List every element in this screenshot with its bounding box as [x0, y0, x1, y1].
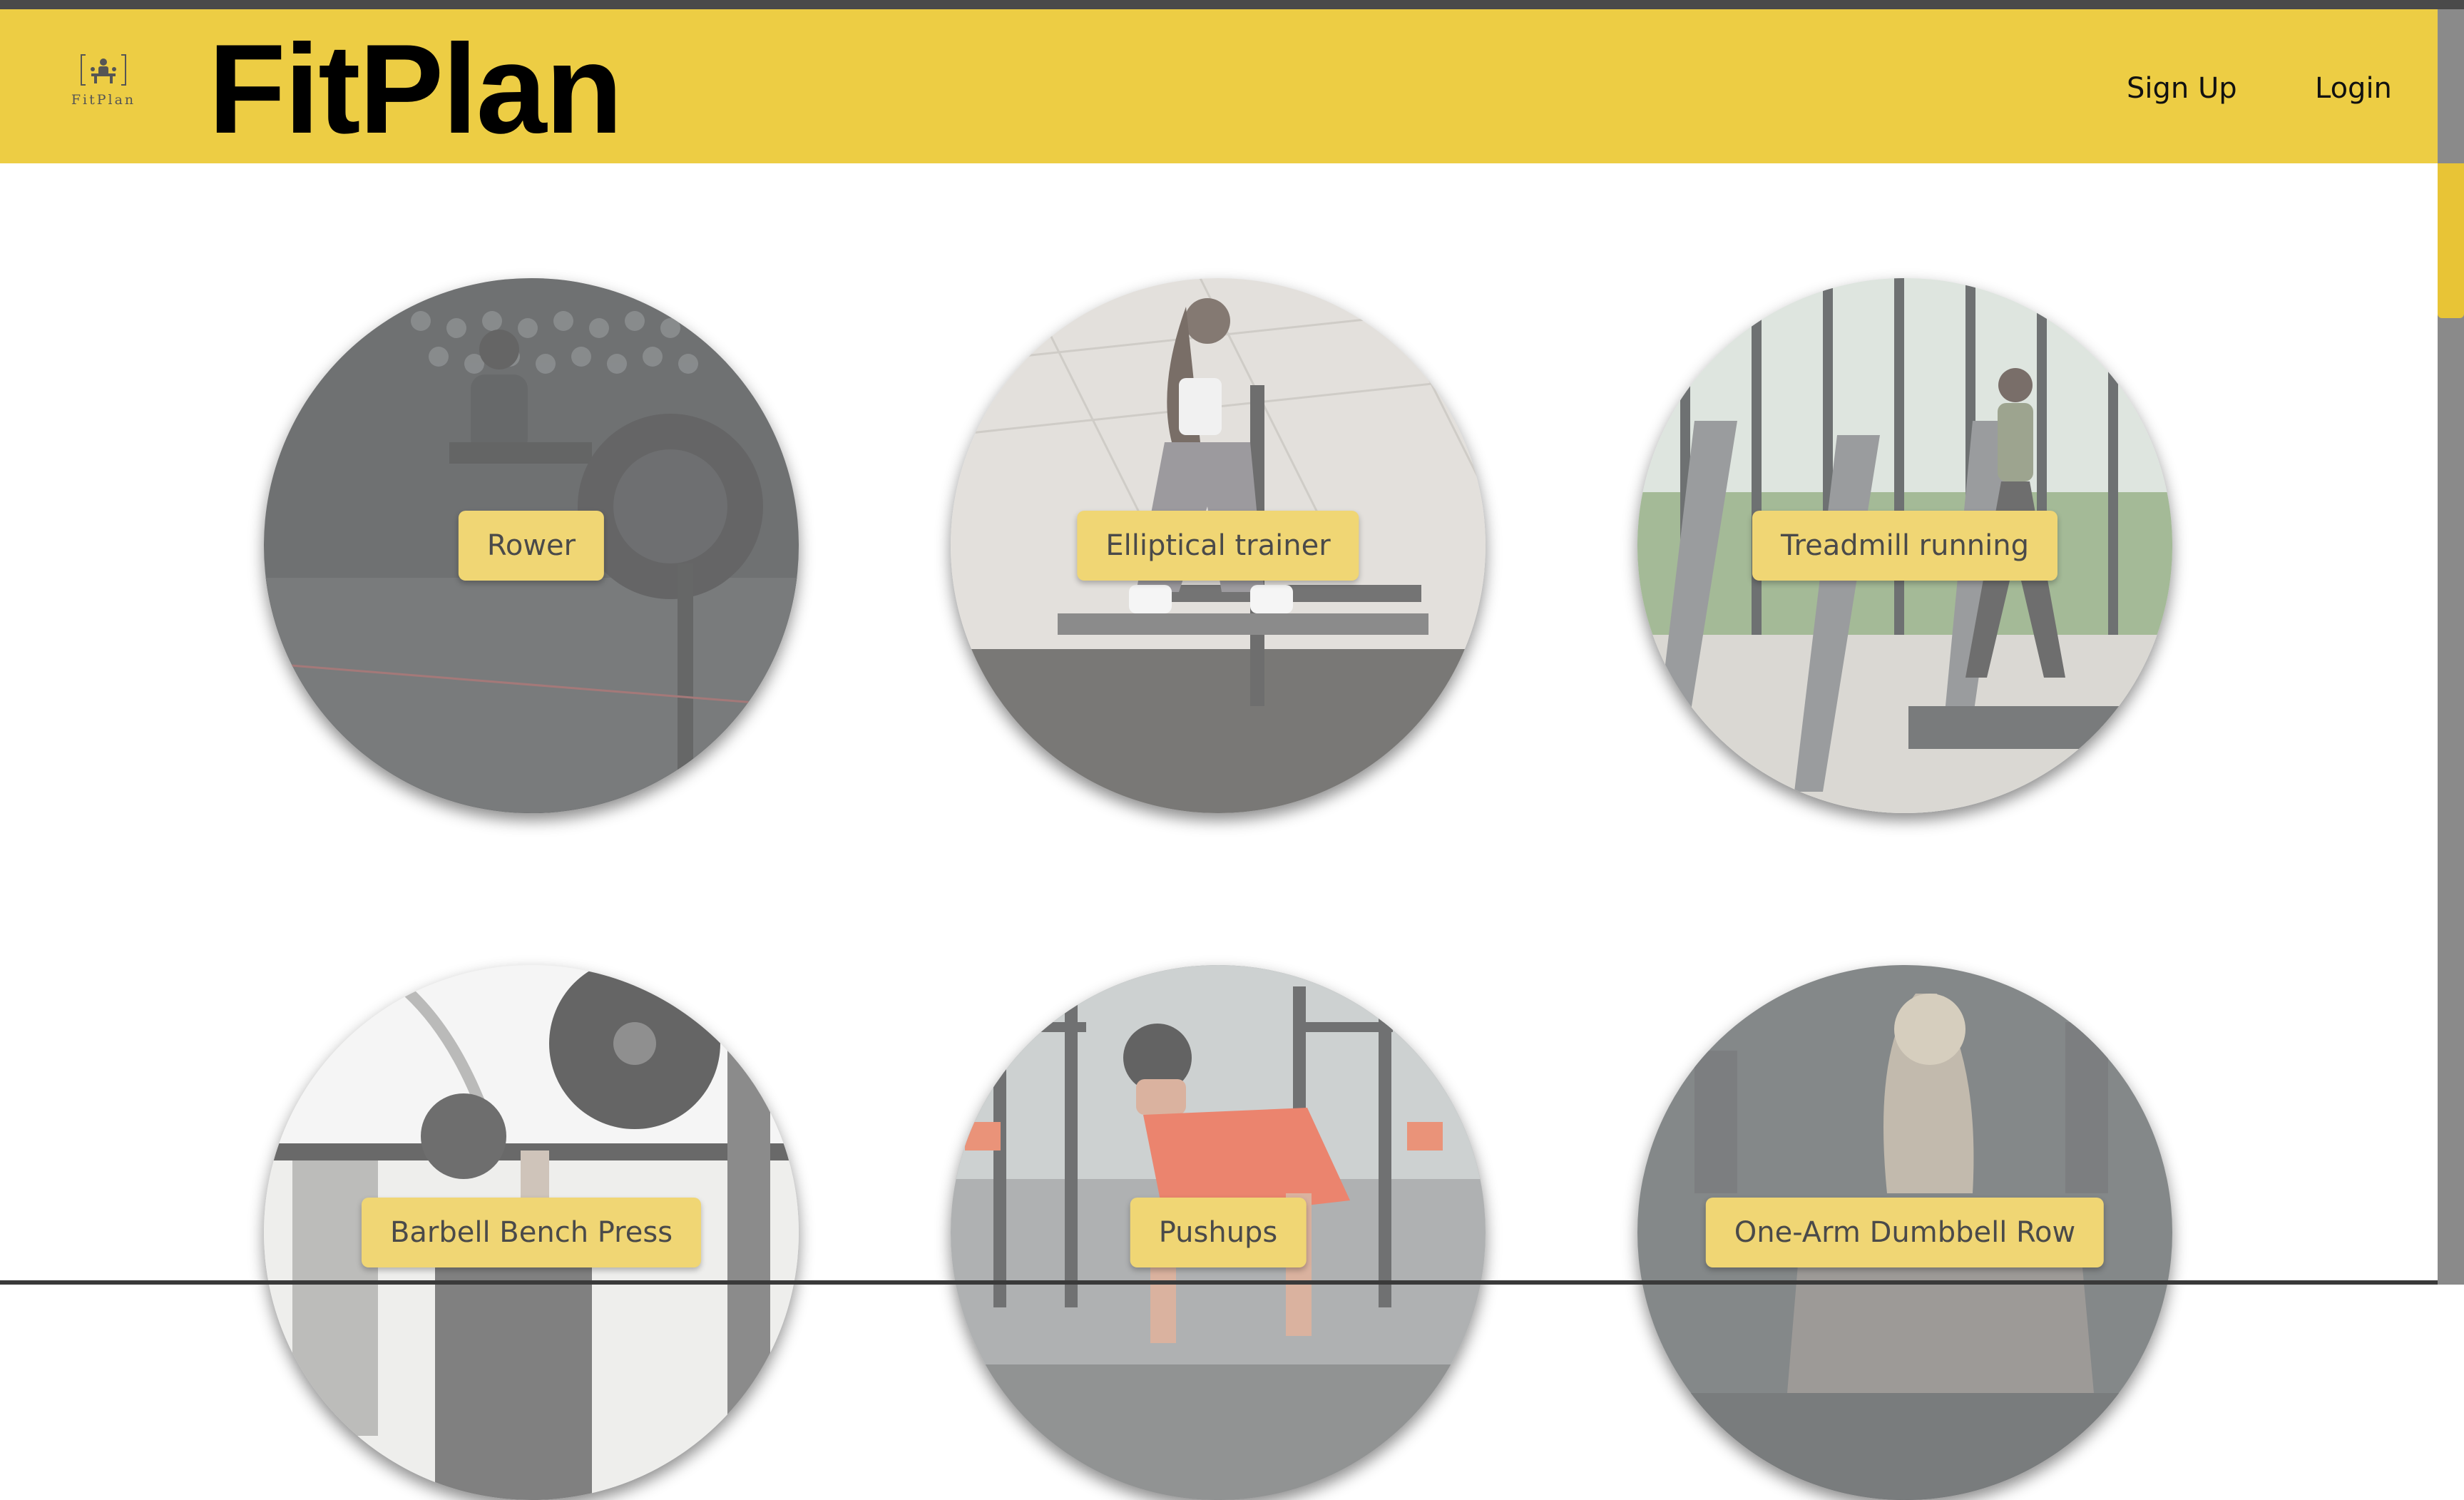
signup-link[interactable]: Sign Up	[2127, 72, 2237, 105]
exercise-card-one-arm-dumbbell-row[interactable]: One-Arm Dumbbell Row	[1637, 965, 2172, 1500]
exercise-label[interactable]: One-Arm Dumbbell Row	[1705, 1198, 2105, 1267]
scrollbar-thumb[interactable]	[2438, 163, 2464, 318]
exercise-label[interactable]: Treadmill running	[1752, 511, 2058, 581]
window-top-strip	[0, 0, 2464, 9]
exercise-card-elliptical-trainer[interactable]: Elliptical trainer	[951, 278, 1486, 813]
window-bottom-strip	[0, 1280, 2438, 1285]
exercise-label[interactable]: Rower	[458, 511, 605, 581]
exercise-card-pushups[interactable]: Pushups	[951, 965, 1486, 1500]
exercise-card-treadmill-running[interactable]: Treadmill running	[1637, 278, 2172, 813]
login-link[interactable]: Login	[2315, 72, 2392, 105]
logo-icon	[81, 54, 126, 86]
navbar: FitPlan FitPlan Sign Up Login	[0, 9, 2438, 163]
exercise-label[interactable]: Pushups	[1130, 1198, 1307, 1267]
logo[interactable]: FitPlan	[64, 52, 143, 131]
exercise-label[interactable]: Barbell Bench Press	[361, 1198, 702, 1267]
exercise-card-barbell-bench-press[interactable]: Barbell Bench Press	[264, 965, 799, 1500]
exercise-card-rower[interactable]: Rower	[264, 278, 799, 813]
logo-text: FitPlan	[71, 92, 136, 108]
brand-title[interactable]: FitPlan	[208, 25, 623, 153]
exercise-label[interactable]: Elliptical trainer	[1077, 511, 1359, 581]
